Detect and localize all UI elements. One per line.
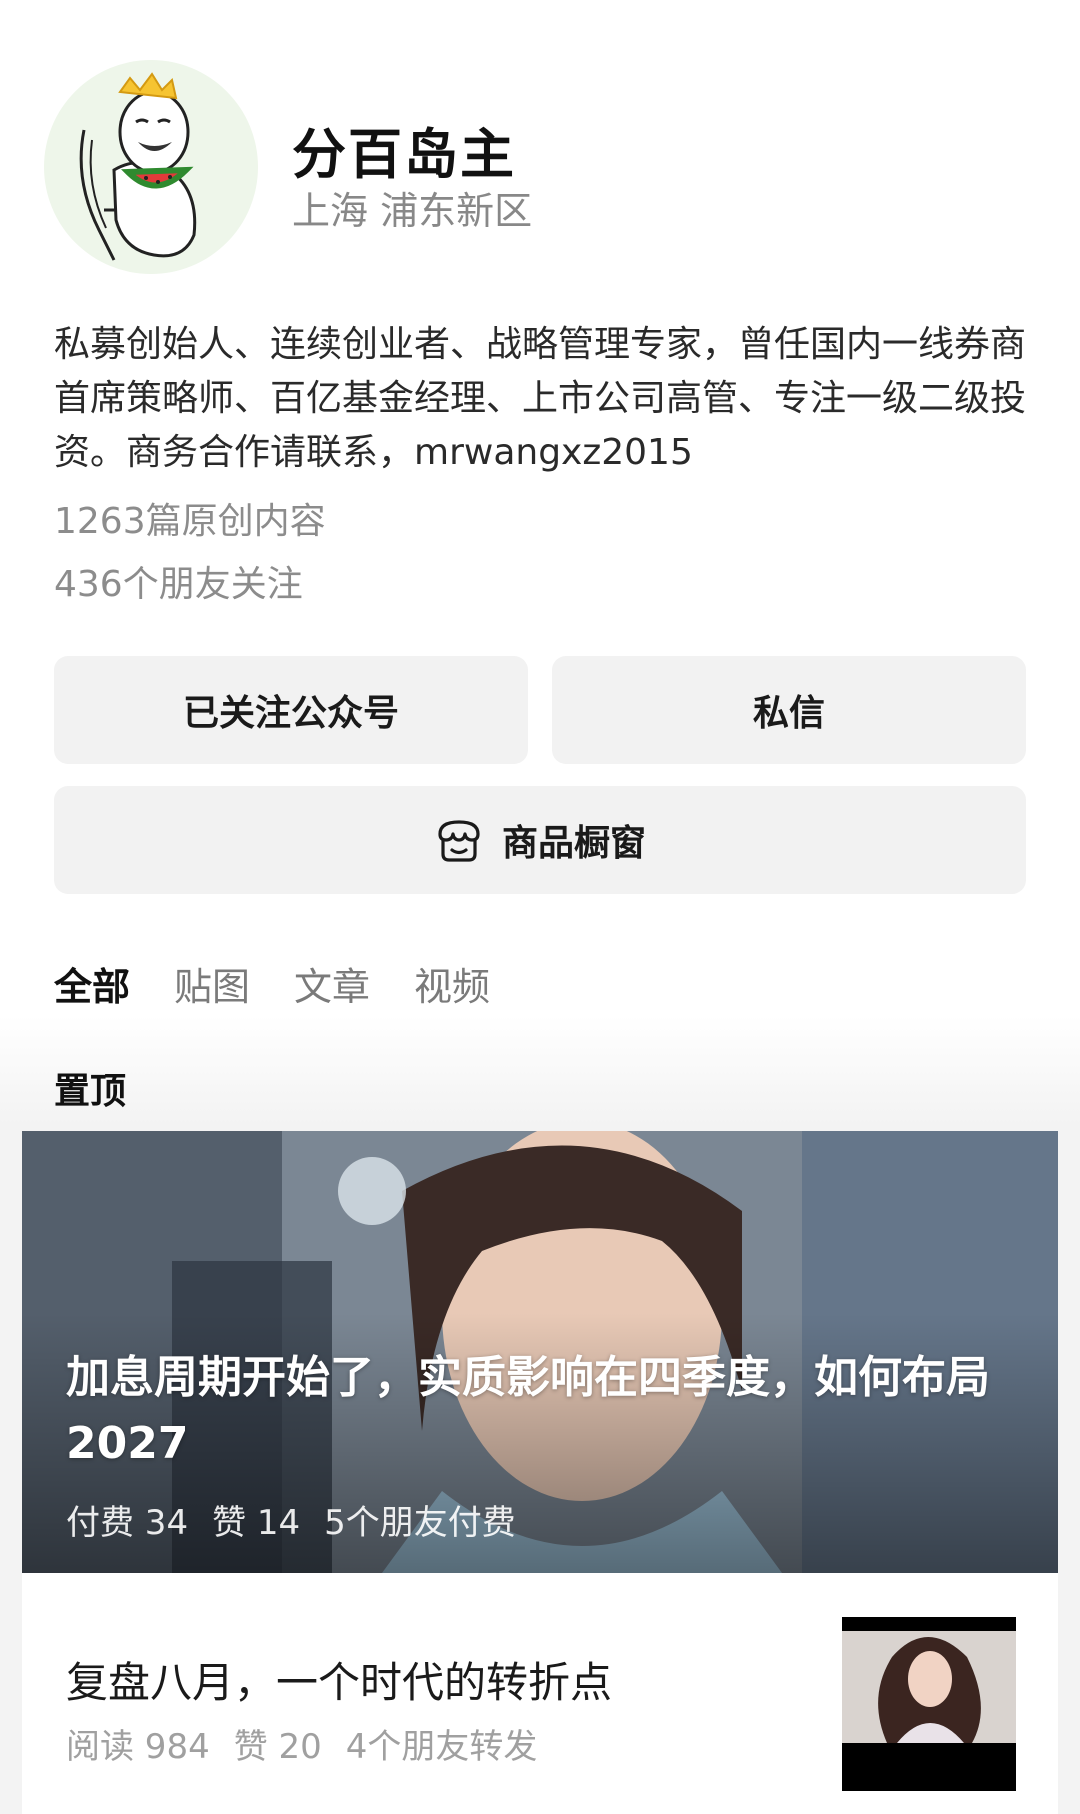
pinned-article-meta: 付费 34 赞 14 5个朋友付费 — [66, 1495, 516, 1544]
shop-window-label: 商品橱窗 — [501, 823, 646, 864]
like-count: 赞 14 — [212, 1503, 301, 1543]
friends-paid-count: 5个朋友付费 — [324, 1503, 516, 1543]
shop-icon — [438, 820, 480, 862]
article-meta: 阅读 984 赞 20 4个朋友转发 — [66, 1719, 537, 1768]
profile-page: 分百岛主 上海 浦东新区 私募创始人、连续创业者、战略管理专家，曾任国内一线券商… — [0, 0, 1080, 1814]
pinned-article-title: 加息周期开始了，实质影响在四季度，如何布局2027 — [66, 1352, 990, 1469]
read-count: 阅读 984 — [66, 1727, 210, 1767]
avatar-meme-illustration — [79, 72, 197, 261]
like-count: 赞 20 — [233, 1727, 322, 1767]
section-fade — [0, 1015, 1080, 1125]
friends-shared-count: 4个朋友转发 — [345, 1727, 538, 1767]
original-content-count[interactable]: 1263篇原创内容 — [54, 492, 326, 544]
profile-location: 上海 浦东新区 — [292, 189, 533, 233]
paid-count: 付费 34 — [66, 1503, 189, 1543]
profile-bio: 私募创始人、连续创业者、战略管理专家，曾任国内一线券商首席策略师、百亿基金经理、… — [54, 324, 1027, 473]
article-title: 复盘八月，一个时代的转折点 — [66, 1658, 613, 1707]
shop-window-button[interactable]: 商品橱窗 — [54, 786, 1026, 894]
article-thumbnail-image — [842, 1617, 1016, 1791]
private-message-button[interactable]: 私信 — [552, 656, 1026, 764]
article-card[interactable]: 复盘八月，一个时代的转折点 阅读 984 赞 20 4个朋友转发 — [22, 1573, 1058, 1814]
friends-following-count[interactable]: 436个朋友关注 — [54, 555, 303, 607]
profile-name: 分百岛主 — [292, 123, 516, 186]
pinned-article-card[interactable]: 加息周期开始了，实质影响在四季度，如何布局2027 付费 34 赞 14 5个朋… — [22, 1131, 1058, 1573]
article-thumbnail[interactable] — [842, 1617, 1016, 1791]
pinned-section-label: 置顶 — [54, 1071, 127, 1112]
followed-account-label: 已关注公众号 — [182, 693, 399, 734]
avatar[interactable] — [44, 60, 258, 274]
followed-account-button[interactable]: 已关注公众号 — [54, 656, 528, 764]
private-message-label: 私信 — [752, 693, 825, 734]
